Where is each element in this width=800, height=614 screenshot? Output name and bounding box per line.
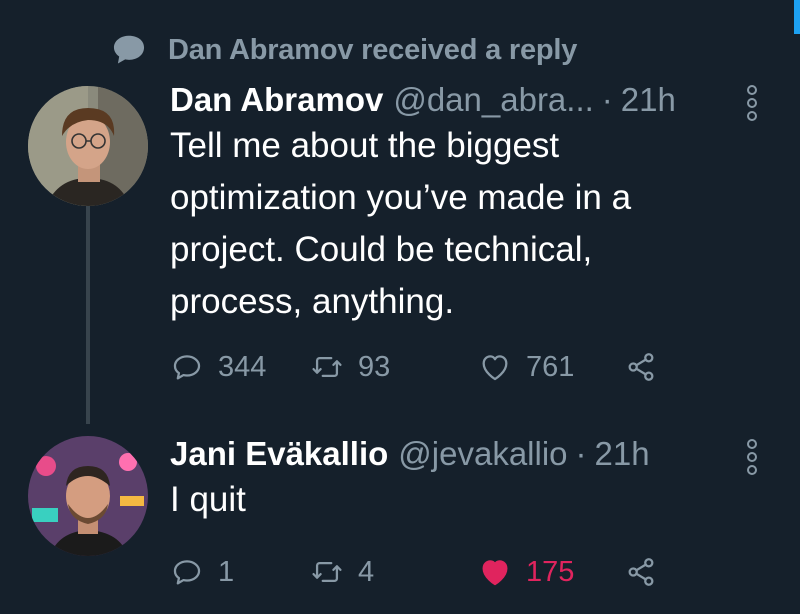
like-button[interactable]: 175	[478, 555, 624, 589]
tweet-jani-evakallio[interactable]: Jani Eväkallio @jevakallio · 21h I quit	[170, 434, 760, 526]
reply-button[interactable]: 344	[170, 350, 310, 384]
author-handle[interactable]: @dan_abra...	[393, 80, 593, 120]
tweet-text: I quit	[170, 480, 246, 519]
avatar-dan-abramov[interactable]	[28, 86, 148, 206]
tweet-header: Dan Abramov @dan_abra... · 21h	[170, 80, 760, 120]
like-count: 761	[526, 350, 575, 383]
retweet-icon	[312, 356, 342, 378]
thread-connector	[86, 206, 90, 424]
notification-context: Dan Abramov received a reply	[110, 30, 577, 70]
tweet-actions: 1 4 175	[170, 555, 672, 589]
reply-icon	[173, 560, 201, 585]
separator-dot: ·	[575, 435, 587, 472]
share-button[interactable]	[624, 555, 672, 589]
like-button[interactable]: 761	[478, 350, 624, 384]
avatar-image	[28, 436, 148, 556]
retweet-count: 4	[358, 555, 375, 588]
author-name[interactable]: Jani Eväkallio	[170, 434, 388, 474]
retweet-button[interactable]: 93	[310, 350, 478, 384]
tweet-dan-abramov[interactable]: Dan Abramov @dan_abra... · 21h Tell me a…	[170, 80, 760, 328]
author-handle[interactable]: @jevakallio	[398, 434, 567, 474]
share-button[interactable]	[624, 350, 672, 384]
retweet-icon	[312, 561, 342, 583]
timestamp[interactable]: 21h	[595, 434, 650, 474]
avatar-image	[28, 86, 148, 206]
tweet-header: Jani Eväkallio @jevakallio · 21h	[170, 434, 760, 474]
reply-count: 344	[218, 350, 267, 383]
retweet-count: 93	[358, 350, 391, 383]
context-text: Dan Abramov received a reply	[168, 33, 578, 66]
tweet-text: Tell me about the biggest optimization y…	[170, 126, 632, 321]
like-count: 175	[526, 555, 575, 588]
tweet-actions: 344 93 761	[170, 350, 672, 384]
more-options-icon[interactable]	[744, 438, 760, 476]
reply-icon	[173, 355, 201, 380]
reply-button[interactable]: 1	[170, 555, 310, 589]
share-icon	[628, 353, 654, 381]
heart-icon	[482, 355, 508, 381]
heart-icon	[482, 560, 508, 586]
retweet-button[interactable]: 4	[310, 555, 478, 589]
author-name[interactable]: Dan Abramov	[170, 80, 383, 120]
timestamp[interactable]: 21h	[621, 80, 676, 120]
more-options-icon[interactable]	[744, 84, 760, 122]
speech-bubble-icon	[113, 35, 145, 64]
reply-count: 1	[218, 555, 235, 588]
scroll-indicator	[794, 0, 800, 34]
separator-dot: ·	[601, 81, 613, 118]
share-icon	[628, 558, 654, 586]
avatar-jani-evakallio[interactable]	[28, 436, 148, 556]
